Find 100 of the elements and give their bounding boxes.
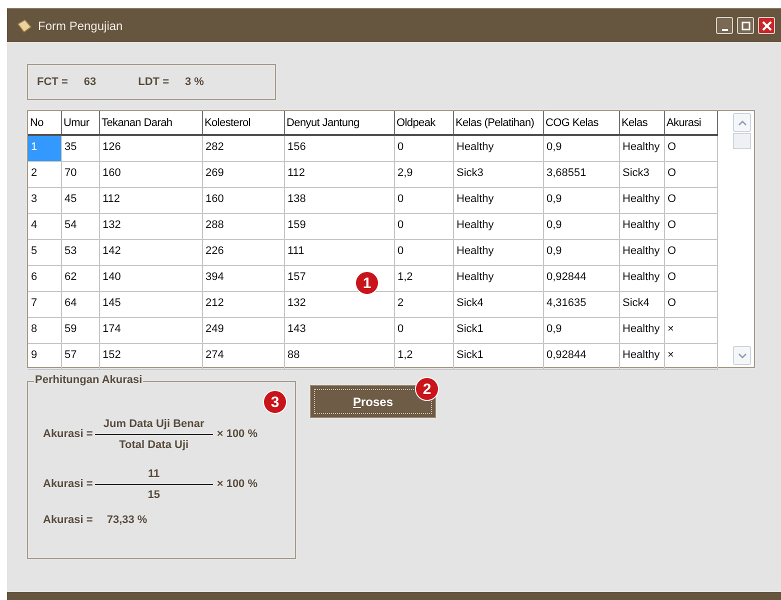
table-cell: 132	[99, 213, 202, 239]
table-cell: 160	[202, 187, 284, 213]
table-cell: 62	[61, 265, 99, 291]
table-cell: O	[664, 161, 717, 187]
table-cell: Healthy	[619, 135, 664, 161]
table-cell: 126	[99, 135, 202, 161]
table-cell: Sick4	[619, 291, 664, 317]
summary-value: 63	[84, 76, 96, 88]
table-cell: Healthy	[619, 187, 664, 213]
table-cell: 112	[99, 187, 202, 213]
table-cell: 4	[28, 213, 61, 239]
table-cell: 143	[284, 317, 394, 343]
table-cell: Healthy	[619, 317, 664, 343]
table-cell: 174	[99, 317, 202, 343]
table-cell: 159	[284, 213, 394, 239]
table-cell: 1,2	[394, 265, 453, 291]
minimize-icon	[722, 28, 728, 30]
table-cell: 9	[28, 343, 61, 369]
table-cell: 8	[28, 317, 61, 343]
table-cell: Healthy	[453, 187, 543, 213]
table-cell: 269	[202, 161, 284, 187]
table-cell: 152	[99, 343, 202, 369]
table-cell: Sick1	[453, 317, 543, 343]
table-cell: 59	[61, 317, 99, 343]
table-cell: 0,9	[543, 239, 619, 265]
close-icon	[762, 20, 772, 30]
table-cell: Sick3	[619, 161, 664, 187]
table-cell: Healthy	[453, 265, 543, 291]
table-cell: Healthy	[453, 135, 543, 161]
table-cell: Sick4	[453, 291, 543, 317]
table-cell: 35	[61, 135, 99, 161]
column-header: Tekanan Darah	[99, 111, 202, 135]
table-cell: 0	[394, 135, 453, 161]
table-cell: 249	[202, 317, 284, 343]
table-cell: 212	[202, 291, 284, 317]
table-cell: 282	[202, 135, 284, 161]
scroll-thumb[interactable]	[733, 133, 751, 149]
column-header: No	[28, 111, 61, 135]
vertical-scrollbar[interactable]	[733, 111, 751, 367]
table-cell: ×	[664, 343, 717, 369]
scroll-up-icon[interactable]	[733, 113, 751, 132]
formula-label: Akurasi =	[43, 514, 93, 526]
table-cell: O	[664, 265, 717, 291]
table-cell: 138	[284, 187, 394, 213]
table-cell: 226	[202, 239, 284, 265]
summary-label: LDT =	[138, 76, 169, 88]
table-cell: 2	[28, 161, 61, 187]
table-cell: 142	[99, 239, 202, 265]
table-cell: 394	[202, 265, 284, 291]
formula-factor: × 100 %	[216, 478, 258, 490]
table-cell: Healthy	[619, 213, 664, 239]
table-cell: 160	[99, 161, 202, 187]
column-header: Kolesterol	[202, 111, 284, 135]
maximize-icon	[740, 20, 750, 30]
summary-label: FCT =	[37, 76, 68, 88]
table-cell: 0	[394, 239, 453, 265]
table-cell: 112	[284, 161, 394, 187]
table-cell: 0	[394, 213, 453, 239]
group-title: Perhitungan Akurasi	[34, 374, 144, 386]
table-cell: ×	[664, 317, 717, 343]
table-cell: 57	[61, 343, 99, 369]
accuracy-value: 73,33 %	[106, 514, 148, 526]
formula-factor: × 100 %	[216, 428, 258, 440]
table-cell: Healthy	[453, 239, 543, 265]
maximize-button[interactable]	[737, 17, 754, 34]
minimize-button[interactable]	[716, 17, 733, 34]
column-header: Akurasi	[664, 111, 717, 135]
column-header: Umur	[61, 111, 99, 135]
table-cell: 0	[394, 187, 453, 213]
window-title: Form Pengujian	[38, 18, 124, 32]
table-cell: 2,9	[394, 161, 453, 187]
close-button[interactable]	[758, 17, 775, 34]
table-cell: 0,92844	[543, 343, 619, 369]
table-cell: O	[664, 291, 717, 317]
table-cell: 2	[394, 291, 453, 317]
table-cell: 1	[28, 135, 61, 161]
table-cell: O	[664, 135, 717, 161]
table-cell: 5	[28, 239, 61, 265]
table-cell: O	[664, 239, 717, 265]
table-cell: 0,92844	[543, 265, 619, 291]
number-badge: 3	[263, 390, 287, 414]
scroll-down-icon[interactable]	[733, 346, 751, 365]
table-cell: 0,9	[543, 135, 619, 161]
table-cell: 1,2	[394, 343, 453, 369]
numerator: Jum Data Uji Benar	[103, 418, 204, 430]
table-cell: 45	[61, 187, 99, 213]
formula-label: Akurasi =	[43, 428, 93, 440]
scroll-icon	[16, 18, 32, 34]
table-cell: 156	[284, 135, 394, 161]
column-header: Kelas (Pelatihan)	[453, 111, 543, 135]
column-header: Kelas	[619, 111, 664, 135]
table-cell: 145	[99, 291, 202, 317]
table-cell: 3	[28, 187, 61, 213]
table-cell: 3,68551	[543, 161, 619, 187]
number-badge: 1	[355, 271, 379, 295]
denominator: 15	[148, 488, 160, 500]
table-cell: 274	[202, 343, 284, 369]
table-cell: 54	[61, 213, 99, 239]
table-cell: 6	[28, 265, 61, 291]
table-cell: Healthy	[619, 265, 664, 291]
